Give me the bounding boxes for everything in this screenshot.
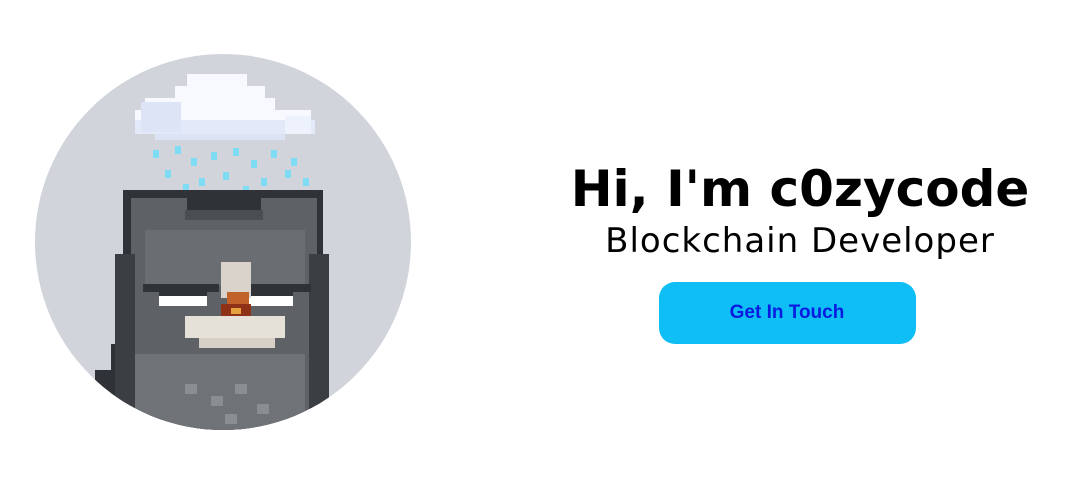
cat-icon [95, 190, 329, 430]
pixel-cat-rain-cloud-icon [35, 54, 411, 430]
hero-section: Hi, I'm c0zycode Blockchain Developer Ge… [0, 0, 1073, 500]
role-subtitle: Blockchain Developer [605, 221, 995, 261]
avatar [35, 54, 411, 430]
get-in-touch-button[interactable]: Get In Touch [658, 282, 916, 344]
page-title: Hi, I'm c0zycode [570, 160, 1030, 218]
intro-block: Hi, I'm c0zycode Blockchain Developer Ge… [540, 158, 1060, 344]
